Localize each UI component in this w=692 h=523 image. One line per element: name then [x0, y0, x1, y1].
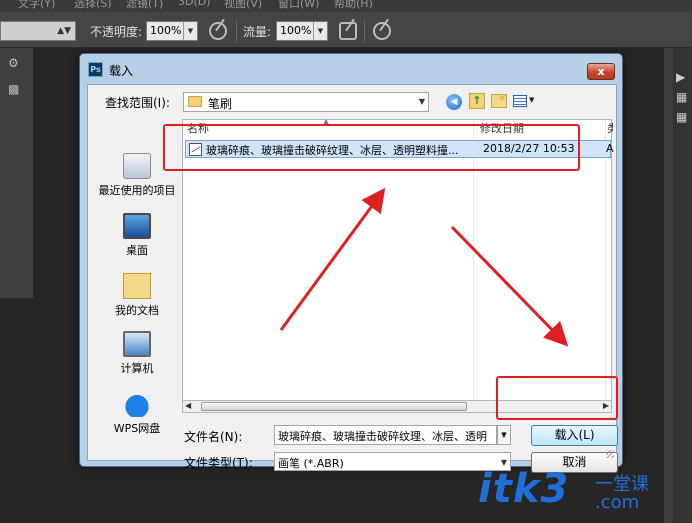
- watermark-domain: .com: [595, 492, 640, 513]
- watermark-logo: itk3: [478, 466, 570, 512]
- arrow-to-load-button: [450, 225, 569, 347]
- arrow-to-file: [279, 187, 386, 331]
- annotation-arrows: [279, 187, 569, 347]
